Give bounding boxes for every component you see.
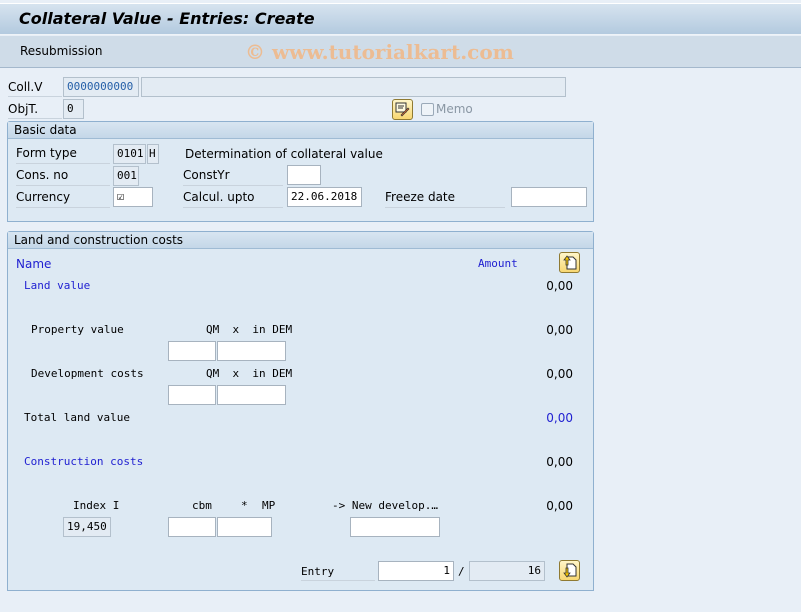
development-qm-field[interactable]: [168, 385, 216, 405]
watermark: © www.tutorialkart.com: [245, 40, 514, 64]
property-value-units: QM x in DEM: [206, 323, 293, 336]
land-value-label: Land value: [24, 279, 91, 292]
new-development-field[interactable]: [350, 517, 440, 537]
total-land-value-amount: 0,00: [546, 411, 573, 425]
new-development-amount: 0,00: [546, 499, 573, 513]
new-development-label: -> New develop.…: [332, 499, 438, 512]
multiply-label: *: [241, 499, 248, 512]
entry-separator: /: [458, 565, 465, 578]
form-type-field[interactable]: 0101: [113, 144, 146, 164]
memo-edit-button[interactable]: [392, 99, 413, 120]
calcul-upto-label: Calcul. upto: [183, 190, 283, 208]
cons-no-label: Cons. no: [16, 168, 110, 186]
title-bar: Collateral Value - Entries: Create: [0, 3, 801, 35]
cbm-label: cbm: [192, 499, 212, 512]
note-edit-icon: [395, 102, 410, 117]
memo-checkbox[interactable]: [421, 103, 434, 116]
form-type-description: Determination of collateral value: [185, 147, 383, 161]
development-costs-units: QM x in DEM: [206, 367, 293, 380]
page-up-icon: [563, 255, 577, 270]
currency-label: Currency: [16, 190, 110, 208]
mp-label: MP: [262, 499, 276, 512]
construction-costs-amount: 0,00: [546, 455, 573, 469]
index-field[interactable]: 19,450: [63, 517, 111, 537]
freeze-date-label: Freeze date: [385, 190, 505, 208]
application-toolbar: Resubmission © www.tutorialkart.com: [0, 36, 801, 68]
previous-page-button[interactable]: [559, 252, 580, 273]
objt-label: ObjT.: [8, 101, 62, 119]
constyr-label: ConstYr: [183, 168, 283, 186]
cons-no-field[interactable]: 001: [113, 166, 139, 186]
property-value-label: Property value: [31, 323, 124, 336]
column-header-amount: Amount: [478, 257, 518, 270]
basic-data-title: Basic data: [8, 122, 593, 139]
form-type-suffix-field[interactable]: H: [147, 144, 159, 164]
page-down-icon: [563, 563, 577, 578]
construction-costs-label: Construction costs: [24, 455, 144, 468]
constyr-field[interactable]: [287, 165, 321, 185]
collv-label: Coll.V: [8, 79, 62, 97]
mp-field[interactable]: [217, 517, 272, 537]
column-header-name: Name: [16, 257, 52, 271]
property-value-amount: 0,00: [546, 323, 573, 337]
land-costs-title: Land and construction costs: [8, 232, 593, 249]
currency-field[interactable]: ☑: [113, 187, 153, 207]
land-value-amount: 0,00: [546, 279, 573, 293]
objt-field[interactable]: 0: [63, 99, 84, 119]
development-price-field[interactable]: [217, 385, 286, 405]
property-price-field[interactable]: [217, 341, 286, 361]
memo-label: Memo: [436, 102, 473, 116]
property-qm-field[interactable]: [168, 341, 216, 361]
resubmission-button[interactable]: Resubmission: [20, 44, 102, 58]
development-costs-amount: 0,00: [546, 367, 573, 381]
freeze-date-field[interactable]: [511, 187, 587, 207]
collv-description-field: [141, 77, 566, 97]
collv-field[interactable]: 0000000000: [63, 77, 139, 97]
page-title: Collateral Value - Entries: Create: [19, 9, 315, 28]
entry-field[interactable]: 1: [378, 561, 454, 581]
form-type-label: Form type: [16, 146, 110, 164]
entry-label: Entry: [301, 565, 375, 581]
calcul-upto-field[interactable]: 22.06.2018: [287, 187, 362, 207]
development-costs-label: Development costs: [31, 367, 144, 380]
total-land-value-label: Total land value: [24, 411, 130, 424]
next-page-button[interactable]: [559, 560, 580, 581]
cbm-field[interactable]: [168, 517, 216, 537]
index-label: Index I: [73, 499, 120, 512]
entry-total-field: 16: [469, 561, 545, 581]
